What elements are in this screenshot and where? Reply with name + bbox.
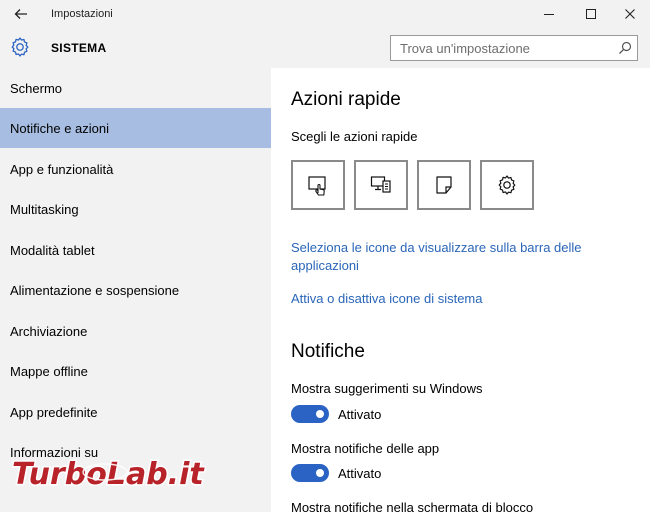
sidebar-item-app-predefinite[interactable]: App predefinite (0, 392, 271, 432)
sidebar-item-schermo[interactable]: Schermo (0, 68, 271, 108)
quick-action-settings[interactable] (480, 160, 534, 210)
close-button[interactable] (612, 0, 648, 28)
maximize-icon (586, 9, 596, 19)
section-title: SISTEMA (51, 41, 107, 55)
sidebar-item-notifiche-e-azioni[interactable]: Notifiche e azioni (0, 108, 271, 148)
quick-action-project[interactable] (354, 160, 408, 210)
quick-action-note[interactable] (417, 160, 471, 210)
minimize-icon (544, 14, 554, 15)
note-icon (436, 176, 452, 194)
turbolab-watermark-logo: TurboLab.it (11, 456, 207, 494)
window-title: Impostazioni (51, 8, 113, 20)
maximize-button[interactable] (573, 0, 609, 28)
close-icon (625, 9, 635, 19)
toggle-tips[interactable] (291, 405, 329, 423)
notifications-heading: Notifiche (291, 341, 365, 362)
setting-label-lock-screen: Mostra notifiche nella schermata di bloc… (291, 500, 534, 512)
toggle-tips-state: Attivato (338, 407, 382, 422)
search-icon[interactable] (618, 41, 632, 55)
tablet-mode-icon (308, 176, 326, 196)
sidebar-item-archiviazione[interactable]: Archiviazione (0, 311, 271, 351)
minimize-button[interactable] (531, 0, 567, 28)
toggle-knob (316, 410, 324, 418)
sidebar-item-mappe-offline[interactable]: Mappe offline (0, 351, 271, 391)
sidebar-item-multitasking[interactable]: Multitasking (0, 189, 271, 229)
quick-actions-subheading: Scegli le azioni rapide (291, 129, 418, 144)
title-bar: Impostazioni (0, 0, 650, 28)
setting-label-tips: Mostra suggerimenti su Windows (291, 381, 483, 396)
back-arrow-icon (14, 9, 27, 19)
quick-actions-heading: Azioni rapide (291, 89, 401, 110)
search-input[interactable] (391, 36, 611, 60)
settings-icon (498, 175, 516, 195)
gear-icon (11, 37, 29, 57)
sidebar-item-app-e-funzionalita[interactable]: App e funzionalità (0, 149, 271, 189)
link-taskbar-icons[interactable]: Seleziona le icone da visualizzare sulla… (291, 239, 591, 275)
back-button[interactable] (8, 4, 34, 24)
sidebar-item-alimentazione[interactable]: Alimentazione e sospensione (0, 270, 271, 310)
setting-label-app-notifications: Mostra notifiche delle app (291, 441, 440, 456)
quick-action-tablet-mode[interactable] (291, 160, 345, 210)
svg-text:TurboLab.it: TurboLab.it (12, 457, 205, 492)
toggle-app-notifications-state: Attivato (338, 466, 382, 481)
main-content: Azioni rapide Scegli le azioni rapide Se… (271, 68, 650, 512)
search-box[interactable] (390, 35, 638, 61)
sidebar: Schermo Notifiche e azioni App e funzion… (0, 68, 271, 512)
sidebar-item-modalita-tablet[interactable]: Modalità tablet (0, 230, 271, 270)
app-header: SISTEMA (0, 28, 650, 68)
toggle-knob (316, 469, 324, 477)
project-icon (370, 176, 391, 193)
toggle-app-notifications[interactable] (291, 464, 329, 482)
link-system-icons[interactable]: Attiva o disattiva icone di sistema (291, 290, 482, 308)
